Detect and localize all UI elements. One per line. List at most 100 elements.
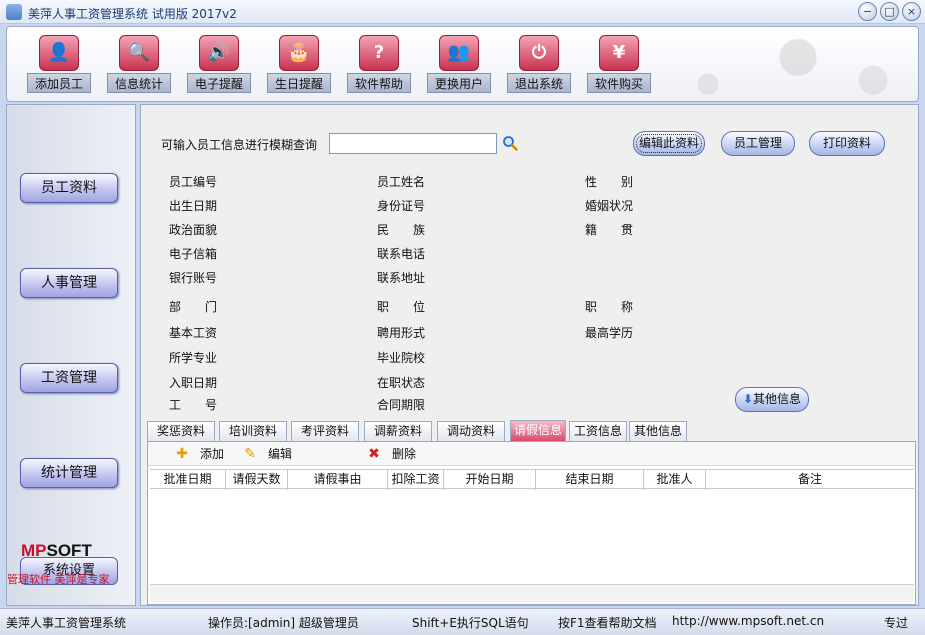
field-label: 员工编号 [169, 175, 218, 189]
field-label: 最高学历 [585, 326, 634, 340]
tab-salary-adjust[interactable]: 调薪资料 [364, 421, 432, 441]
logo-black-part: SOFT [46, 541, 92, 560]
field-label: 部 门 [169, 300, 218, 314]
field-label: 聘用形式 [377, 326, 426, 340]
field-label: 合同期限 [377, 398, 426, 412]
tab-leave[interactable]: 请假信息 [510, 420, 566, 441]
download-arrow-icon: ⬇ [742, 392, 754, 406]
status-url[interactable]: http://www.mpsoft.net.cn [672, 614, 824, 628]
mpsoft-logo: 系统设置 MPSOFT 管理软件 美萍是专家 [7, 541, 137, 591]
title-bar: 美萍人事工资管理系统 试用版 2017v2 − □ × [0, 0, 925, 24]
field-label: 联系地址 [377, 271, 426, 285]
leaf-decoration [618, 27, 918, 101]
column-leave-reason[interactable]: 请假事由 [288, 470, 388, 490]
e-reminder-button[interactable]: 🔊 电子提醒 [187, 33, 251, 93]
add-employee-button[interactable]: 👤 添加员工 [27, 33, 91, 93]
window-title: 美萍人事工资管理系统 试用版 2017v2 [28, 7, 237, 21]
software-help-button[interactable]: ? 软件帮助 [347, 33, 411, 93]
search-icon[interactable] [502, 135, 518, 151]
tab-other-info[interactable]: 其他信息 [629, 421, 687, 441]
status-app-name: 美萍人事工资管理系统 [6, 616, 127, 630]
tool-label: 信息统计 [107, 73, 171, 93]
edit-record-button[interactable]: 编辑此资料 [633, 131, 705, 156]
delete-label: 删除 [392, 447, 417, 461]
birthday-reminder-button[interactable]: 🎂 生日提醒 [267, 33, 331, 93]
print-record-button[interactable]: 打印资料 [809, 131, 885, 156]
tool-label: 添加员工 [27, 73, 91, 93]
power-icon: ⏻ [519, 35, 559, 71]
switch-user-button[interactable]: 👥 更换用户 [427, 33, 491, 93]
tool-label: 生日提醒 [267, 73, 331, 93]
tab-transfer[interactable]: 调动资料 [437, 421, 505, 441]
tool-label: 软件购买 [587, 73, 651, 93]
column-end-date[interactable]: 结束日期 [536, 470, 644, 490]
close-icon[interactable]: × [902, 2, 921, 21]
main-toolbar: 👤 添加员工 🔍 信息统计 🔊 电子提醒 🎂 生日提醒 ? 软件帮助 👥 更换用… [6, 26, 919, 102]
column-approver[interactable]: 批准人 [644, 470, 706, 490]
field-label: 身份证号 [377, 199, 426, 213]
add-button[interactable]: ✚ 添加 [174, 446, 234, 462]
field-label: 籍 贯 [585, 223, 634, 237]
exit-system-button[interactable]: ⏻ 退出系统 [507, 33, 571, 93]
app-icon [6, 4, 22, 20]
edit-button[interactable]: ✎ 编辑 [242, 446, 302, 462]
field-label: 职 称 [585, 300, 634, 314]
tab-salary-info[interactable]: 工资信息 [569, 421, 627, 441]
leave-info-panel: ✚ 添加 ✎ 编辑 ✖ 删除 批准日期 请假天数 请假事由 扣除工资 开始日期 … [147, 441, 916, 605]
field-label: 政治面貌 [169, 223, 218, 237]
search-input[interactable] [329, 133, 497, 154]
add-label: 添加 [200, 447, 225, 461]
field-label: 员工姓名 [377, 175, 426, 189]
column-remarks[interactable]: 备注 [706, 470, 914, 490]
logo-text: MPSOFT [21, 541, 92, 561]
delete-button[interactable]: ✖ 删除 [366, 446, 426, 462]
tool-label: 更换用户 [427, 73, 491, 93]
switch-user-icon: 👥 [439, 35, 479, 71]
field-label: 基本工资 [169, 326, 218, 340]
search-label: 可输入员工信息进行模糊查询 [161, 138, 318, 152]
column-leave-days[interactable]: 请假天数 [226, 470, 288, 490]
employee-management-button[interactable]: 员工管理 [721, 131, 795, 156]
field-label: 职 位 [377, 300, 426, 314]
column-deduct-salary[interactable]: 扣除工资 [388, 470, 444, 490]
edit-label: 编辑 [268, 447, 293, 461]
status-edition: 专过 [884, 616, 909, 630]
other-info-button[interactable]: ⬇其他信息 [735, 387, 809, 412]
user-add-icon: 👤 [39, 35, 79, 71]
sidebar: 员工资料 人事管理 工资管理 统计管理 系统设置 MPSOFT 管理软件 美萍是… [6, 104, 136, 606]
yen-icon: ¥ [599, 35, 639, 71]
sidebar-item-payroll[interactable]: 工资管理 [20, 363, 118, 393]
column-approve-date[interactable]: 批准日期 [150, 470, 226, 490]
tab-evaluation[interactable]: 考评资料 [291, 421, 359, 441]
sidebar-item-statistics[interactable]: 统计管理 [20, 458, 118, 488]
info-stats-button[interactable]: 🔍 信息统计 [107, 33, 171, 93]
speaker-icon: 🔊 [199, 35, 239, 71]
sidebar-item-employee-info[interactable]: 员工资料 [20, 173, 118, 203]
sidebar-item-hr-management[interactable]: 人事管理 [20, 268, 118, 298]
field-label: 工 号 [169, 398, 218, 412]
tab-training[interactable]: 培训资料 [219, 421, 287, 441]
status-operator: 操作员:[admin] 超级管理员 [208, 616, 359, 630]
status-sql-hint: Shift+E执行SQL语句 [412, 616, 529, 630]
field-label: 民 族 [377, 223, 426, 237]
help-icon: ? [359, 35, 399, 71]
field-label: 出生日期 [169, 199, 218, 213]
field-label: 入职日期 [169, 376, 218, 390]
logo-red-part: MP [21, 541, 47, 560]
delete-x-icon: ✖ [368, 446, 380, 462]
tab-rewards[interactable]: 奖惩资料 [147, 421, 215, 441]
maximize-icon[interactable]: □ [880, 2, 899, 21]
field-label: 毕业院校 [377, 351, 426, 365]
plus-icon: ✚ [176, 446, 188, 462]
pencil-icon: ✎ [244, 446, 256, 462]
status-help-hint: 按F1查看帮助文档 [558, 616, 657, 630]
grid-action-bar: ✚ 添加 ✎ 编辑 ✖ 删除 [148, 442, 915, 466]
column-start-date[interactable]: 开始日期 [444, 470, 536, 490]
purchase-software-button[interactable]: ¥ 软件购买 [587, 33, 651, 93]
field-label: 银行账号 [169, 271, 218, 285]
tool-label: 软件帮助 [347, 73, 411, 93]
field-label: 婚姻状况 [585, 199, 634, 213]
field-label: 电子信箱 [169, 247, 218, 261]
cake-icon: 🎂 [279, 35, 319, 71]
minimize-icon[interactable]: − [858, 2, 877, 21]
